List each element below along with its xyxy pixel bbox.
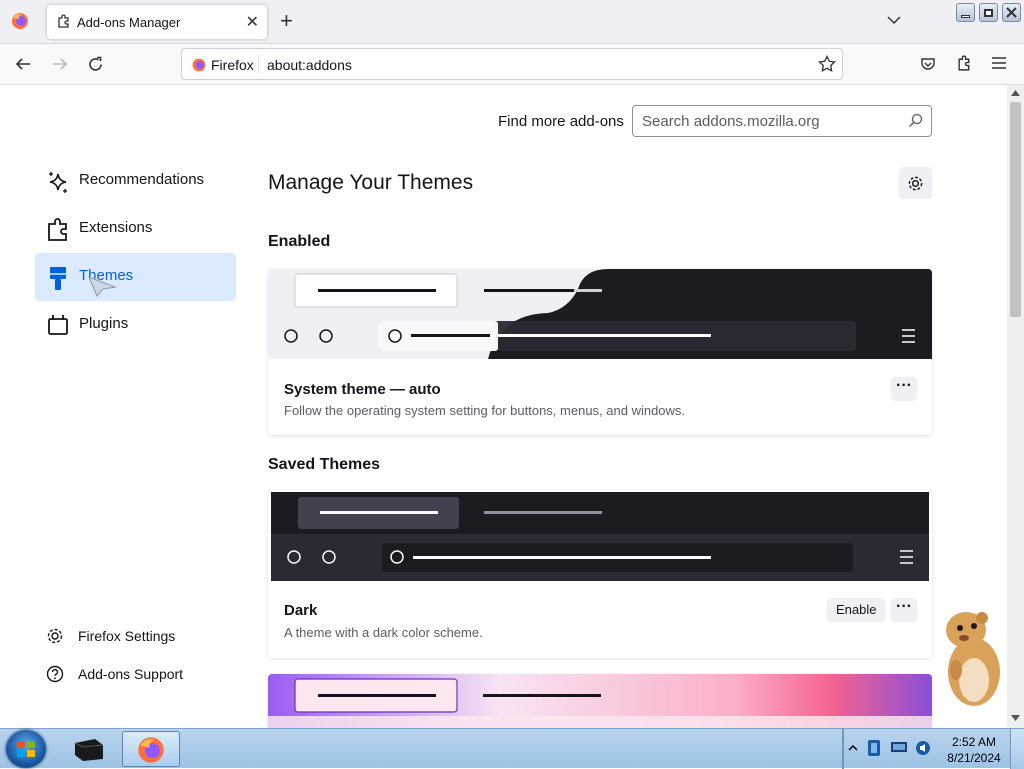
theme-preview-dark [271,492,929,581]
theme-card-dark[interactable]: Dark A theme with a dark color scheme. E… [268,490,932,658]
addons-support-link[interactable]: Add-ons Support [46,665,206,685]
pocket-icon[interactable] [920,56,936,72]
divider [842,729,844,769]
footer-label: Firefox Settings [78,628,176,644]
taskbar-clock[interactable]: 2:52 AM 8/21/2024 [944,734,1004,766]
find-more-label: Find more add-ons [498,113,624,130]
plugin-icon [48,315,68,335]
restore-button[interactable] [979,3,998,22]
saved-themes-heading: Saved Themes [268,456,381,473]
clock-time: 2:52 AM [951,735,997,749]
firefox-icon [192,58,206,72]
addons-page: Find more add-ons Search addons.mozilla.… [0,85,1007,728]
firefox-settings-link[interactable]: Firefox Settings [46,627,206,647]
show-desktop-button[interactable] [1010,729,1024,769]
theme-card-system[interactable]: System theme — auto Follow the operating… [268,269,932,435]
mouse-cursor-icon [88,276,117,297]
minimize-button[interactable] [956,3,975,22]
sidebar-item-extensions[interactable]: Extensions [35,205,236,253]
chevron-down-icon[interactable] [886,12,902,28]
theme-card-colorful[interactable] [268,674,932,728]
close-tab-icon[interactable]: ✕ [246,12,259,32]
gear-icon [908,176,923,191]
search-input[interactable]: Search addons.mozilla.org [632,105,932,137]
sidebar-item-themes[interactable]: Themes [35,253,236,301]
back-icon[interactable] [14,56,32,72]
close-window-button[interactable] [1002,3,1021,22]
menu-icon[interactable] [992,57,1006,69]
divider [258,55,259,73]
theme-description: Follow the operating system setting for … [284,403,686,418]
sidebar-item-plugins[interactable]: Plugins [35,301,236,349]
sparkle-icon [49,172,67,193]
gear-icon [47,628,63,644]
url-text[interactable]: about:addons [267,57,352,73]
reload-icon[interactable] [87,56,104,73]
identity-label: Firefox [211,57,254,73]
volume-icon[interactable] [914,739,932,757]
vertical-scrollbar[interactable] [1007,85,1024,728]
theme-description: A theme with a dark color scheme. [284,625,483,640]
puzzle-icon [48,218,67,241]
brush-icon [50,267,66,290]
windows-logo-icon [17,741,35,757]
clock-date: 8/21/2024 [947,751,1001,765]
chevron-up-icon[interactable] [848,741,858,755]
enabled-heading: Enabled [268,233,331,250]
new-tab-button[interactable]: + [280,9,293,33]
page-title: Manage Your Themes [268,171,474,194]
tab-strip: Add-ons Manager ✕ + [0,0,1024,44]
more-options-button[interactable]: ··· [891,598,917,622]
sidebar-item-label: Plugins [79,315,129,332]
tools-gear-button[interactable] [899,167,932,199]
help-icon [46,665,64,683]
navigation-toolbar: Firefox about:addons [0,44,1024,85]
theme-name: System theme — auto [284,381,441,398]
firefox-icon [138,737,164,763]
theme-preview-colorful [268,674,932,728]
hamster-mascot [946,612,1000,706]
theme-name: Dark [284,602,318,619]
search-placeholder: Search addons.mozilla.org [642,113,820,130]
firefox-icon[interactable] [10,11,30,31]
tab-addons-manager[interactable]: Add-ons Manager ✕ [47,5,267,39]
bookmark-star-icon[interactable] [818,55,836,73]
terminal-icon [74,739,104,761]
network-icon[interactable] [890,741,908,755]
scrollbar-thumb[interactable] [1010,102,1021,317]
puzzle-icon [58,14,69,28]
sidebar-item-label: Extensions [79,219,153,236]
url-bar[interactable]: Firefox about:addons [181,48,843,80]
sidebar-item-label: Recommendations [79,171,205,188]
sidebar-item-recommendations[interactable]: Recommendations [35,157,236,205]
tray-app-icon[interactable] [866,739,882,757]
scroll-up-icon[interactable] [1011,89,1020,96]
taskbar-app-terminal[interactable] [60,731,118,767]
more-options-button[interactable]: ··· [891,377,917,401]
footer-label: Add-ons Support [78,666,184,682]
extensions-icon[interactable] [956,55,973,72]
enable-button[interactable]: Enable [827,598,886,622]
forward-icon[interactable] [51,56,69,72]
taskbar-app-firefox[interactable] [122,731,180,767]
theme-preview-system [268,269,932,359]
start-button[interactable] [6,730,46,768]
scroll-down-icon[interactable] [1011,715,1020,722]
tab-title: Add-ons Manager [77,15,181,30]
taskbar: 2:52 AM 8/21/2024 [0,728,1024,769]
search-icon [909,113,923,127]
